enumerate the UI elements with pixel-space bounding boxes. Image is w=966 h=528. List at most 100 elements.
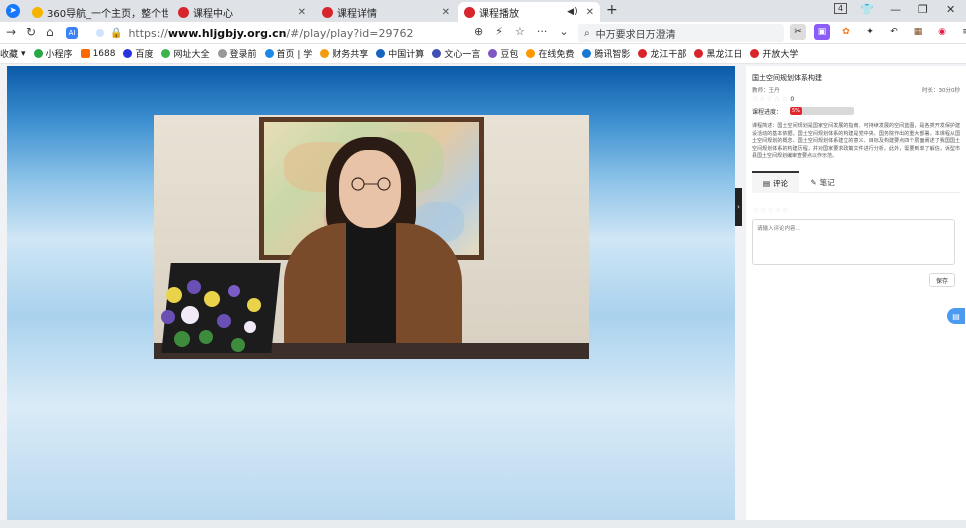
bookmark-label: 百度 xyxy=(135,50,154,60)
reload-icon[interactable]: ↻ xyxy=(26,25,36,39)
side-tabs: ▤ 评论 ✎ 笔记 xyxy=(752,171,960,193)
paw-icon xyxy=(123,49,133,58)
bookmark-item[interactable]: 中国计算 xyxy=(376,47,424,60)
video-player[interactable] xyxy=(7,66,735,520)
extension-orange-icon[interactable]: ✿ xyxy=(838,24,854,40)
bookmark-item[interactable]: 腾讯智影 xyxy=(582,47,630,60)
tab-count-badge[interactable]: 4 xyxy=(834,3,848,14)
colorful-icon[interactable]: ◉ xyxy=(934,24,950,40)
bookmark-favicon-icon xyxy=(264,49,274,58)
url-scheme: https:// xyxy=(128,26,168,40)
new-tab-button[interactable]: + xyxy=(606,2,618,18)
bookmark-item[interactable]: 1688 xyxy=(80,48,116,59)
bookmark-item[interactable]: 首页 | 学 xyxy=(264,47,312,60)
bookmark-item[interactable]: 黑龙江日 xyxy=(694,47,742,60)
minimize-icon[interactable]: — xyxy=(890,3,901,16)
bookmark-item[interactable]: 文心一言 xyxy=(432,47,480,60)
bookmark-item[interactable]: 龙江干部 xyxy=(638,47,686,60)
speaker-icon[interactable]: ◀) xyxy=(567,7,577,17)
bookmark-label: 1688 xyxy=(92,48,116,59)
browser-menu-icon[interactable]: ➤ xyxy=(6,4,20,18)
star-icon[interactable]: ☆ xyxy=(515,25,525,38)
bookmark-item[interactable]: 在线免费 xyxy=(526,47,574,60)
tab-label: 360导航_一个主页，整个世界 xyxy=(47,8,168,20)
course-teacher: 教师：王丹 xyxy=(752,88,780,94)
tab-label: 课程详情 xyxy=(337,8,377,20)
bookmark-label: 腾讯智影 xyxy=(594,50,631,60)
forward-icon[interactable]: → xyxy=(6,25,16,39)
panel-collapse-handle[interactable]: › xyxy=(735,188,742,226)
bookmark-item[interactable]: 豆包 xyxy=(488,47,518,60)
scissors-icon[interactable]: ✂ xyxy=(790,24,806,40)
search-box[interactable]: ⌕ 中万要求日万澄清 xyxy=(578,24,784,42)
puzzle-icon[interactable]: ✦ xyxy=(862,24,878,40)
bookmark-label: 开放大学 xyxy=(762,50,799,60)
tab-course-play[interactable]: 课程播放 ◀) ✕ xyxy=(458,2,600,22)
bookmark-label: 黑龙江日 xyxy=(706,50,743,60)
close-icon[interactable]: ✕ xyxy=(442,7,450,18)
save-button[interactable]: 保存 xyxy=(929,273,955,287)
bookmark-item[interactable]: 登录前 xyxy=(217,47,257,60)
shirt-icon[interactable]: 👕 xyxy=(860,3,874,16)
course-rating: ☆☆☆☆☆ 0 xyxy=(752,95,796,103)
bookmark-item[interactable]: 百度 xyxy=(123,47,153,60)
bookmark-favicon-icon xyxy=(638,49,648,58)
rating-count: 0 xyxy=(790,96,796,103)
bookmark-label: 财务共享 xyxy=(332,50,369,60)
restore-icon[interactable]: ❐ xyxy=(918,3,928,16)
extension-purple-icon[interactable]: ▣ xyxy=(814,24,830,40)
bag-icon[interactable]: ▦ xyxy=(910,24,926,40)
lock-icon: 🔒 xyxy=(110,27,123,39)
floating-tool-button[interactable]: ▤ xyxy=(947,308,965,324)
search-value: 中万要求日万澄清 xyxy=(595,29,676,41)
url-field[interactable]: 🔒 https://www.hljgbjy.org.cn/#/play/play… xyxy=(96,24,456,42)
close-icon[interactable]: ✕ xyxy=(298,7,306,18)
party-favicon-icon xyxy=(322,6,333,18)
zoom-icon[interactable]: ⊕ xyxy=(474,25,483,38)
bookmark-favicon-icon xyxy=(582,49,592,58)
undo-icon[interactable]: ↶ xyxy=(886,24,902,40)
tab-360-nav[interactable]: 360导航_一个主页，整个世界 ✕ xyxy=(26,2,168,22)
course-description: 课程简述：国土空间规划是国家空间发展的指南、可持续发展的空间蓝图，是各类开发保护… xyxy=(752,123,960,160)
home-icon[interactable]: ⌂ xyxy=(46,25,54,39)
tab-bar: ➤ 360导航_一个主页，整个世界 ✕ 课程中心 ✕ 课程详情 ✕ 课程播放 ◀… xyxy=(0,0,966,22)
video-frame[interactable] xyxy=(154,115,589,359)
bookmark-favicon-icon xyxy=(161,49,171,58)
comment-input[interactable] xyxy=(752,219,955,265)
ai-icon[interactable]: AI xyxy=(66,27,78,39)
bookmarks-folder[interactable]: 收藏 ▾ xyxy=(0,47,26,61)
address-bar: → ↻ ⌂ AI 🔒 https://www.hljgbjy.org.cn/#/… xyxy=(0,22,966,44)
course-duration: 时长：30分0秒 xyxy=(922,88,960,94)
bookmark-label: 网址大全 xyxy=(173,50,210,60)
tab-course-center[interactable]: 课程中心 ✕ xyxy=(172,2,312,22)
tab-notes[interactable]: ✎ 笔记 xyxy=(799,171,846,193)
bookmark-favicon-icon xyxy=(694,49,704,58)
bookmark-item[interactable]: 小程序 xyxy=(33,47,73,60)
browser-window: ➤ 360导航_一个主页，整个世界 ✕ 课程中心 ✕ 课程详情 ✕ 课程播放 ◀… xyxy=(0,0,966,528)
progress-bar: 5% xyxy=(790,107,854,115)
chevron-down-icon[interactable]: ⌄ xyxy=(559,25,568,38)
url-domain: www.hljgbjy.org.cn xyxy=(167,26,287,40)
course-title: 国土空间规划体系构建 xyxy=(752,74,822,82)
bookmark-favicon-icon xyxy=(488,49,498,58)
bookmark-item[interactable]: 开放大学 xyxy=(750,47,798,60)
progress-fill: 5% xyxy=(790,107,802,115)
menu-icon[interactable]: ≡ xyxy=(958,24,966,40)
more-icon[interactable]: ··· xyxy=(537,25,548,38)
bookmark-label: 龙江干部 xyxy=(650,50,687,60)
comment-rating-stars[interactable]: ☆☆☆☆☆ xyxy=(753,206,789,214)
bookmark-favicon-icon xyxy=(432,49,442,58)
tab-course-detail[interactable]: 课程详情 ✕ xyxy=(316,2,456,22)
bookmark-favicon-icon xyxy=(33,49,43,58)
close-icon[interactable]: ✕ xyxy=(586,7,594,18)
bookmark-item[interactable]: 网址大全 xyxy=(161,47,210,60)
lightning-icon[interactable]: ⚡ xyxy=(495,25,503,38)
bookmark-favicon-icon xyxy=(217,49,227,58)
tab-comments[interactable]: ▤ 评论 xyxy=(752,171,799,193)
site-info-icon[interactable] xyxy=(96,29,104,37)
bookmark-label: 小程序 xyxy=(45,50,73,60)
bookmark-item[interactable]: 财务共享 xyxy=(320,47,368,60)
bookmark-favicon-icon xyxy=(376,49,386,58)
url-path: /#/play/play?id=29762 xyxy=(286,26,414,40)
close-window-icon[interactable]: ✕ xyxy=(946,3,955,16)
